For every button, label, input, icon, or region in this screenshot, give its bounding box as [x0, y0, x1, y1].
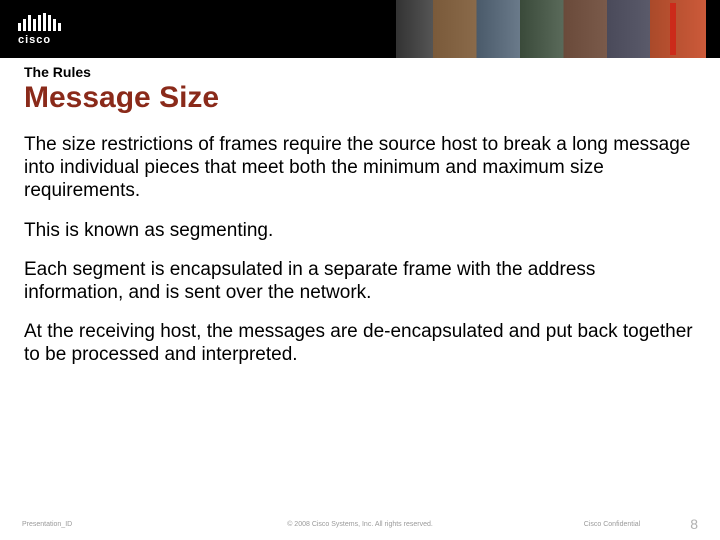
slide-title: Message Size — [24, 81, 696, 115]
slide: cisco The Rules Message Size The size re… — [0, 0, 720, 540]
red-accent-bar — [670, 3, 676, 55]
paragraph-2: This is known as segmenting. — [24, 219, 696, 242]
section-label: The Rules — [24, 64, 696, 80]
slide-body: The size restrictions of frames require … — [0, 117, 720, 540]
logo-text: cisco — [18, 34, 61, 46]
paragraph-4: At the receiving host, the messages are … — [24, 320, 696, 366]
page-number: 8 — [690, 516, 698, 532]
top-bar: cisco — [0, 0, 720, 58]
slide-footer: Presentation_ID © 2008 Cisco Systems, In… — [0, 516, 720, 532]
copyright-text: © 2008 Cisco Systems, Inc. All rights re… — [287, 521, 433, 528]
confidential-label: Cisco Confidential — [584, 521, 640, 528]
paragraph-1: The size restrictions of frames require … — [24, 133, 696, 203]
logo-bars-icon — [18, 13, 61, 31]
cisco-logo: cisco — [18, 13, 61, 46]
people-photo-strip — [396, 0, 706, 58]
slide-header: The Rules Message Size — [0, 58, 720, 117]
presentation-id: Presentation_ID — [22, 521, 72, 528]
paragraph-3: Each segment is encapsulated in a separa… — [24, 258, 696, 304]
